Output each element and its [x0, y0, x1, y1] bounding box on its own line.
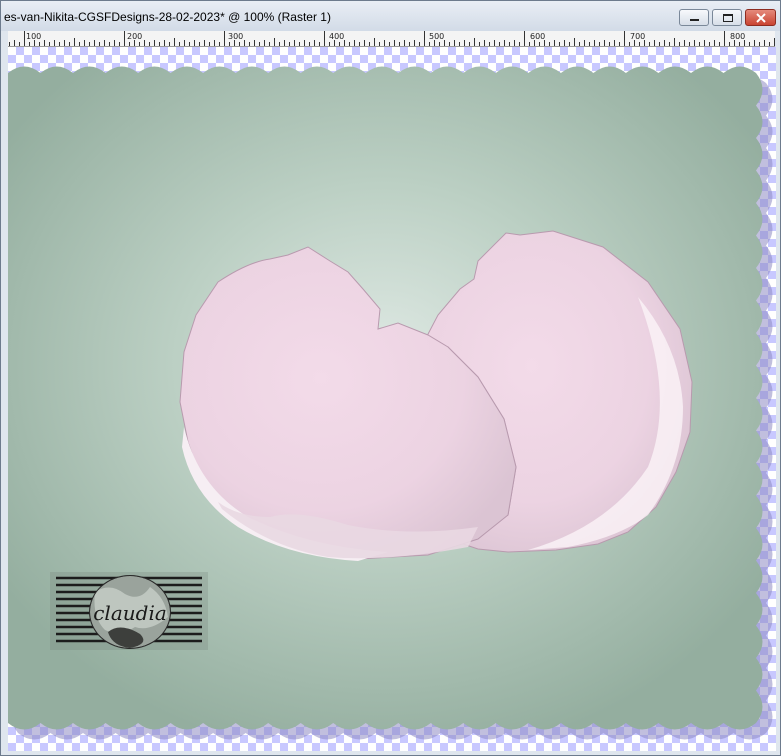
- ruler-label-400: 400: [329, 32, 345, 41]
- horizontal-ruler[interactable]: 100 200 300 400 500 600 700 800: [8, 31, 775, 47]
- maximize-icon: [723, 14, 733, 22]
- title-bar[interactable]: es-van-Nikita-CGSFDesigns-28-02-2023* @ …: [1, 1, 780, 31]
- ruler-label-600: 600: [530, 32, 546, 41]
- image-window: es-van-Nikita-CGSFDesigns-28-02-2023* @ …: [0, 0, 781, 756]
- maximize-button[interactable]: [712, 9, 742, 26]
- artwork: claudia: [8, 66, 773, 740]
- close-icon: [756, 13, 766, 23]
- minimize-button[interactable]: [679, 9, 709, 26]
- image-canvas[interactable]: claudia: [8, 47, 776, 751]
- ruler-label-800: 800: [730, 32, 746, 41]
- minimize-icon: [690, 19, 699, 21]
- ruler-label-700: 700: [630, 32, 646, 41]
- ruler-ticks: [9, 31, 775, 46]
- ruler-label-100: 100: [26, 32, 42, 41]
- watermark-logo: claudia: [50, 572, 208, 650]
- watermark-text: claudia: [93, 601, 167, 625]
- window-title: es-van-Nikita-CGSFDesigns-28-02-2023* @ …: [4, 10, 331, 24]
- ruler-label-500: 500: [429, 32, 445, 41]
- ruler-label-300: 300: [228, 32, 244, 41]
- close-button[interactable]: [745, 9, 776, 26]
- ruler-label-200: 200: [127, 32, 143, 41]
